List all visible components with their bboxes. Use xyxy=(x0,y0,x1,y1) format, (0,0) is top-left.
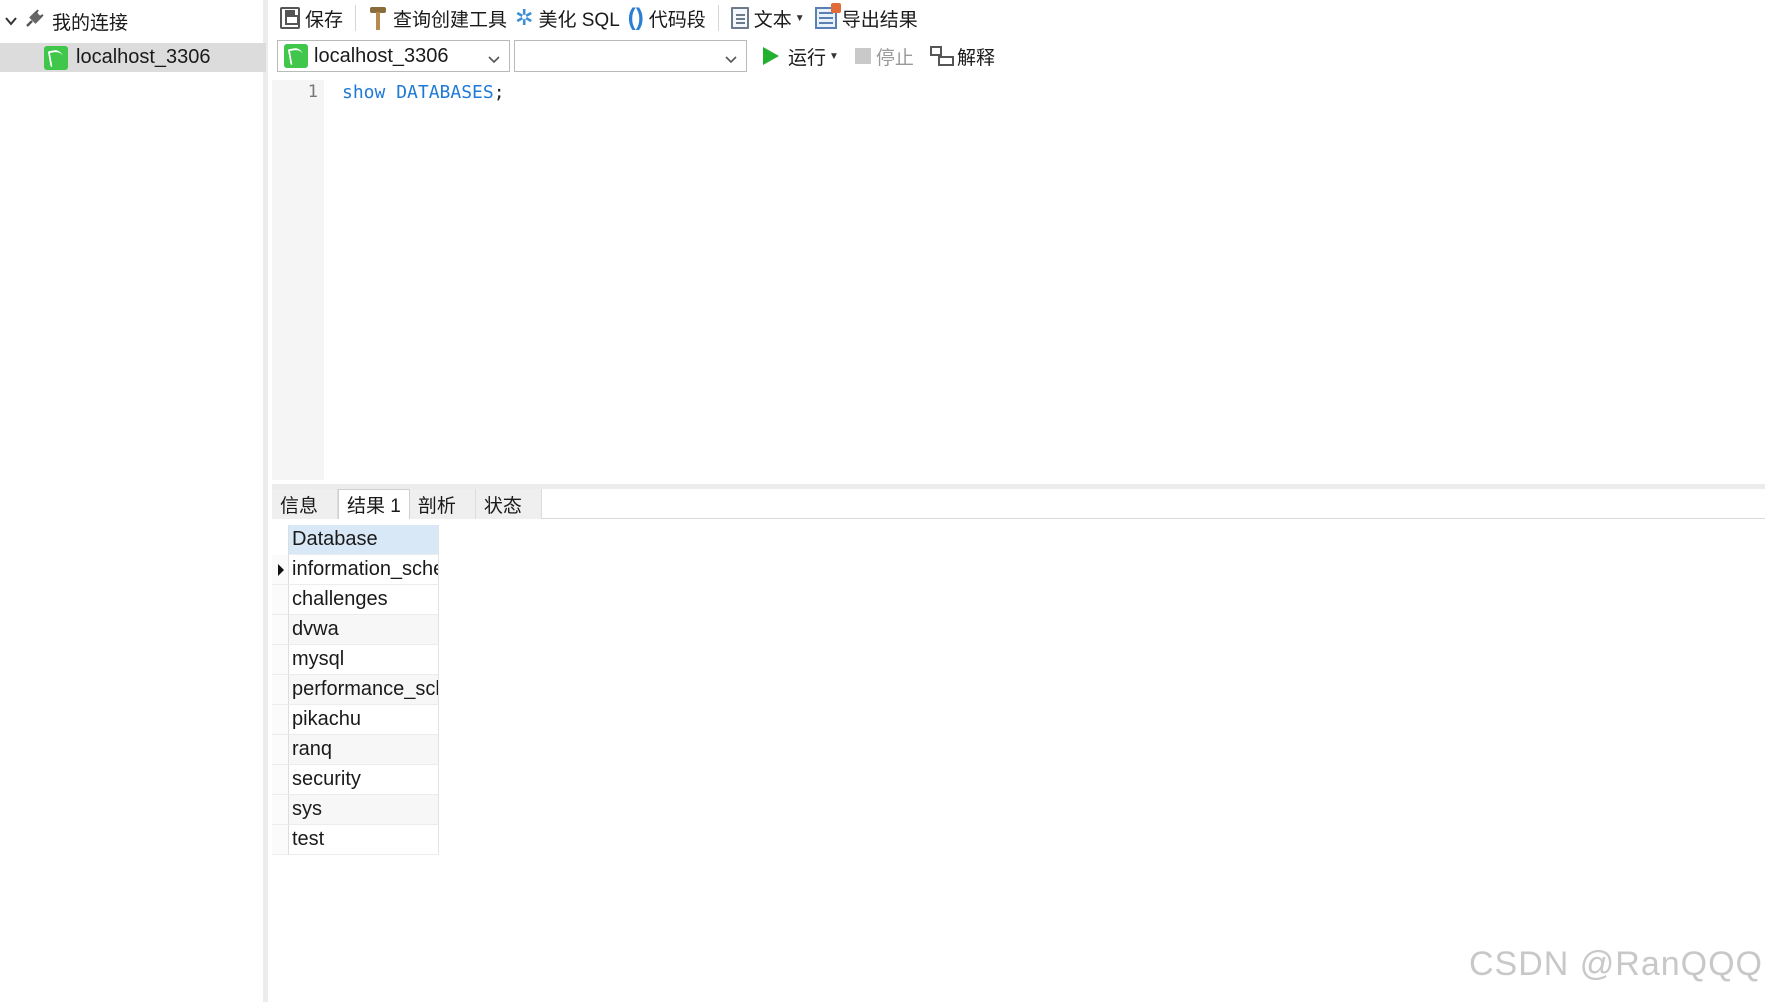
magic-wand-icon: ✲ xyxy=(515,5,534,30)
export-label: 导出结果 xyxy=(841,9,918,31)
row-header xyxy=(272,705,289,735)
chevron-down-icon xyxy=(724,49,738,72)
stop-icon xyxy=(854,48,871,64)
row-header xyxy=(272,645,289,675)
tab-result-1[interactable]: 结果 1 xyxy=(338,489,410,519)
stop-button[interactable]: 停止 xyxy=(847,39,922,73)
table-row[interactable]: security xyxy=(272,765,439,795)
query-toolbar: localhost_3306 运行 ▼ 停止 解释 xyxy=(272,38,1765,74)
mysql-connection-icon xyxy=(44,45,68,70)
table-row[interactable]: mysql xyxy=(272,645,439,675)
watermark-text: CSDN @RanQQQ xyxy=(1468,945,1763,983)
sidebar-item-label: localhost_3306 xyxy=(76,46,211,68)
save-icon xyxy=(280,7,300,29)
text-mode-button[interactable]: 文本 ▼ xyxy=(723,1,813,35)
tab-profile[interactable]: 剖析 xyxy=(409,489,476,519)
stop-label: 停止 xyxy=(875,47,914,69)
beautify-sql-button[interactable]: ✲ 美化 SQL xyxy=(515,1,628,35)
save-label: 保存 xyxy=(305,9,344,31)
plug-icon xyxy=(24,7,46,35)
main-toolbar: 保存 查询创建工具 ✲ 美化 SQL () 代码段 文本 ▼ 导出结果 xyxy=(272,0,1765,36)
mysql-connection-icon xyxy=(284,44,308,68)
chevron-down-icon xyxy=(487,49,501,72)
table-cell[interactable]: performance_sche xyxy=(289,675,439,705)
grid-header-row: Database xyxy=(272,525,439,555)
row-header xyxy=(272,765,289,795)
table-row[interactable]: challenges xyxy=(272,585,439,615)
save-button[interactable]: 保存 xyxy=(272,1,351,35)
snippet-label: 代码段 xyxy=(648,9,706,31)
toolbar-divider xyxy=(717,5,719,31)
tree-root-label: 我的连接 xyxy=(52,12,129,34)
current-row-indicator-icon xyxy=(272,555,289,585)
line-number-gutter: 1 xyxy=(272,80,324,480)
sql-editor[interactable]: 1 show DATABASES; xyxy=(272,80,1765,480)
table-row[interactable]: pikachu xyxy=(272,705,439,735)
export-icon xyxy=(814,3,841,29)
export-results-button[interactable]: 导出结果 xyxy=(813,1,926,35)
table-cell[interactable]: test xyxy=(289,825,439,855)
table-row[interactable]: dvwa xyxy=(272,615,439,645)
row-header-corner xyxy=(272,525,289,555)
row-header xyxy=(272,585,289,615)
dropdown-caret-icon[interactable]: ▼ xyxy=(829,51,839,62)
sql-punctuation: ; xyxy=(493,82,505,103)
table-cell[interactable]: information_sche xyxy=(289,555,439,585)
table-cell[interactable]: sys xyxy=(289,795,439,825)
connection-sidebar: 我的连接 localhost_3306 xyxy=(0,0,268,1002)
connection-select[interactable]: localhost_3306 xyxy=(277,40,510,72)
row-header xyxy=(272,795,289,825)
table-row[interactable]: performance_sche xyxy=(272,675,439,705)
result-tabs: 信息 结果 1 剖析 状态 xyxy=(272,489,1765,519)
play-icon xyxy=(763,47,779,65)
table-row[interactable]: sys xyxy=(272,795,439,825)
dropdown-caret-icon[interactable]: ▼ xyxy=(795,13,805,24)
explain-tree-icon xyxy=(929,46,954,66)
sidebar-item-localhost-3306[interactable]: localhost_3306 xyxy=(0,43,266,72)
table-cell[interactable]: mysql xyxy=(289,645,439,675)
beautify-label: 美化 SQL xyxy=(538,9,620,31)
chevron-down-icon[interactable] xyxy=(4,14,18,28)
toolbar-divider xyxy=(355,5,357,31)
row-header xyxy=(272,825,289,855)
code-snippet-button[interactable]: () 代码段 xyxy=(628,1,714,35)
table-cell[interactable]: security xyxy=(289,765,439,795)
row-header xyxy=(272,735,289,765)
database-select[interactable] xyxy=(514,40,747,72)
table-cell[interactable]: pikachu xyxy=(289,705,439,735)
document-icon xyxy=(730,7,749,29)
tab-status[interactable]: 状态 xyxy=(475,489,542,519)
table-row[interactable]: information_sche xyxy=(272,555,439,585)
explain-button[interactable]: 解释 xyxy=(922,39,1003,73)
results-grid[interactable]: Database information_sche challenges dvw… xyxy=(272,525,439,855)
hammer-icon xyxy=(368,6,388,30)
table-cell[interactable]: challenges xyxy=(289,585,439,615)
table-cell[interactable]: ranq xyxy=(289,735,439,765)
line-number: 1 xyxy=(307,82,318,102)
table-row[interactable]: ranq xyxy=(272,735,439,765)
run-button[interactable]: 运行 ▼ xyxy=(755,39,847,73)
table-cell[interactable]: dvwa xyxy=(289,615,439,645)
query-builder-button[interactable]: 查询创建工具 xyxy=(360,1,515,35)
text-label: 文本 xyxy=(753,9,792,31)
sql-client-window: 我的连接 localhost_3306 保存 查询创建工具 ✲ 美化 SQL (… xyxy=(0,0,1765,1002)
run-label: 运行 xyxy=(788,47,827,69)
sql-keyword: DATABASES xyxy=(396,82,494,103)
query-builder-label: 查询创建工具 xyxy=(393,9,508,31)
row-header xyxy=(272,675,289,705)
code-line[interactable]: show DATABASES; xyxy=(342,82,505,103)
parentheses-icon: () xyxy=(627,4,644,31)
tree-root-my-connections[interactable]: 我的连接 xyxy=(4,6,128,36)
row-header xyxy=(272,615,289,645)
column-header-database[interactable]: Database xyxy=(289,525,439,555)
sql-keyword: show xyxy=(342,82,386,103)
table-row[interactable]: test xyxy=(272,825,439,855)
explain-label: 解释 xyxy=(956,47,995,69)
tab-info[interactable]: 信息 xyxy=(272,489,338,519)
connection-select-value: localhost_3306 xyxy=(314,44,449,67)
